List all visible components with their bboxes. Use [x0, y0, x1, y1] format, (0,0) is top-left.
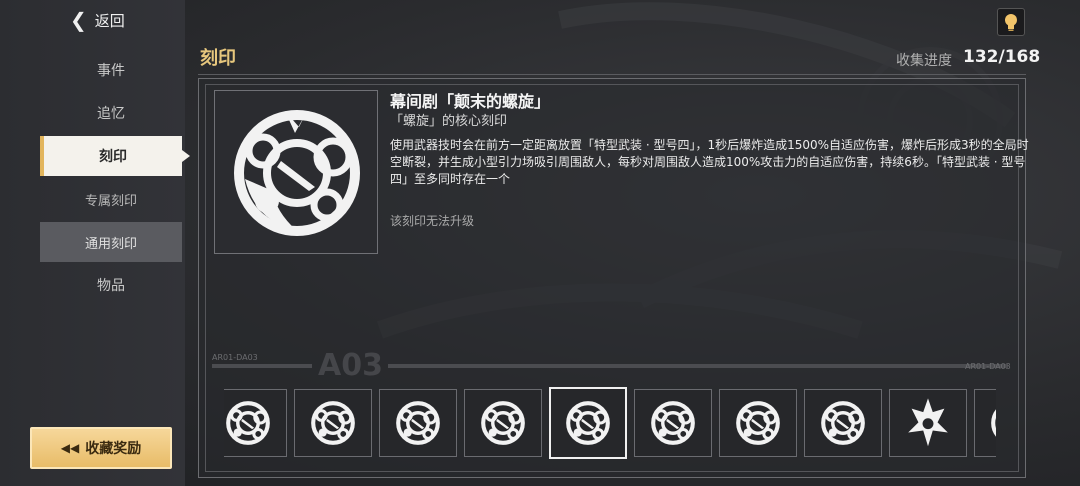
imprint-thumbnail[interactable]: [719, 389, 797, 457]
spiral-emblem-icon: [481, 401, 525, 445]
double-chevron-left-icon: ◀◀: [60, 441, 80, 455]
spiral-emblem-icon: [991, 409, 996, 437]
imprint-name: 幕间剧「颠末的螺旋」: [390, 92, 551, 111]
sidebar-item-label: 追忆: [97, 106, 125, 122]
sidebar: ❮ 返回 事件 追忆 刻印 专属刻印 通用刻印 物品 ◀◀ 收藏奖励: [0, 0, 190, 486]
divider: [198, 74, 1026, 75]
progress-label: 收集进度: [896, 53, 952, 69]
imprint-thumbnail-list[interactable]: [224, 387, 996, 459]
strip-line: [212, 364, 312, 368]
lightbulb-icon: [1005, 14, 1017, 31]
imprint-thumbnail[interactable]: [224, 389, 287, 457]
spiral-emblem-icon: [566, 401, 610, 445]
sidebar-item-label: 专属刻印: [84, 193, 137, 209]
strip-big-code: A03: [318, 348, 383, 383]
collection-reward-button[interactable]: ◀◀ 收藏奖励: [30, 427, 172, 469]
sidebar-item-label: 刻印: [99, 149, 127, 165]
imprint-thumbnail[interactable]: [634, 389, 712, 457]
strip-line: [388, 364, 1008, 368]
imprint-thumbnail[interactable]: [294, 389, 372, 457]
hint-button[interactable]: [997, 8, 1025, 36]
progress-value: 132/168: [963, 47, 1041, 67]
flame-emblem-icon: [908, 398, 948, 447]
spiral-emblem-icon: [736, 401, 780, 445]
strip-code-left: AR01-DA03: [212, 353, 258, 362]
sidebar-item-general-imprints[interactable]: 通用刻印: [40, 222, 182, 262]
sidebar-item-exclusive-imprints[interactable]: 专属刻印: [40, 179, 182, 219]
strip-code-right: AR01-DA03: [965, 362, 1011, 371]
back-label: 返回: [94, 11, 125, 30]
imprint-thumbnail[interactable]: [379, 389, 457, 457]
imprint-thumbnail[interactable]: [804, 389, 882, 457]
spiral-emblem-icon: [651, 401, 695, 445]
spiral-emblem-icon: [396, 401, 440, 445]
upgrade-note: 该刻印无法升级: [390, 214, 475, 228]
sidebar-item-items[interactable]: 物品: [40, 265, 182, 305]
back-button[interactable]: ❮ 返回: [70, 8, 125, 32]
spiral-emblem-icon: [821, 401, 865, 445]
imprint-thumbnail[interactable]: [549, 387, 627, 459]
imprint-description: 使用武器技时会在前方一定距离放置「特型武装 · 型号四」，1秒后爆炸造成1500…: [390, 138, 1029, 186]
imprint-thumbnail[interactable]: [889, 389, 967, 457]
spiral-emblem-icon: [226, 401, 270, 445]
imprint-thumbnail[interactable]: [974, 389, 996, 457]
sidebar-item-label: 通用刻印: [84, 236, 137, 252]
imprint-thumbnail[interactable]: [464, 389, 542, 457]
sidebar-item-imprints[interactable]: 刻印: [40, 136, 190, 176]
imprint-icon-frame: [214, 90, 378, 254]
spiral-emblem-icon: [311, 401, 355, 445]
sidebar-item-label: 物品: [97, 278, 125, 294]
imprint-subtitle: 「螺旋」的核心刻印: [390, 114, 508, 129]
sidebar-item-label: 事件: [97, 63, 125, 79]
spiral-emblem-icon: [234, 110, 360, 236]
section-title: 刻印: [200, 48, 236, 69]
chevron-left-icon: ❮: [70, 8, 87, 32]
sidebar-item-events[interactable]: 事件: [40, 50, 182, 90]
sidebar-item-memories[interactable]: 追忆: [40, 93, 182, 133]
reward-button-label: 收藏奖励: [85, 441, 142, 457]
